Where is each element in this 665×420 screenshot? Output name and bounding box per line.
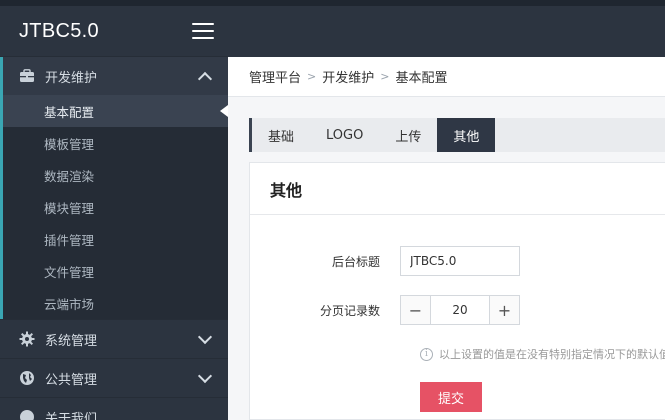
hint-text: 以上设置的值是在没有特别指定情况下的默认值 bbox=[439, 348, 665, 361]
sidebar-item-template-manage[interactable]: 模板管理 bbox=[3, 127, 228, 159]
sidebar: JTBC5.0 开发维护 基本配置 模板管理 数据渲染 模块管理 插件管理 文件… bbox=[0, 6, 228, 420]
sidebar-group-header-system[interactable]: 系统管理 bbox=[0, 320, 228, 358]
submit-button[interactable]: 提交 bbox=[420, 382, 482, 412]
sidebar-group-label: 关于我们 bbox=[45, 411, 98, 420]
sidebar-group-label: 开发维护 bbox=[45, 70, 98, 86]
sidebar-item-basic-config[interactable]: 基本配置 bbox=[3, 95, 228, 127]
breadcrumb-item[interactable]: 开发维护 bbox=[322, 67, 374, 86]
decrement-button[interactable]: − bbox=[401, 296, 431, 324]
chevron-up-icon bbox=[197, 71, 213, 87]
app-title: JTBC5.0 bbox=[19, 19, 99, 42]
page-size-stepper: − + bbox=[400, 295, 520, 325]
breadcrumb-separator-icon: > bbox=[380, 70, 390, 83]
breadcrumb-separator-icon: > bbox=[307, 70, 317, 83]
sidebar-item-file-manage[interactable]: 文件管理 bbox=[3, 255, 228, 287]
increment-button[interactable]: + bbox=[489, 296, 519, 324]
brand-bar: JTBC5.0 bbox=[0, 6, 228, 57]
sidebar-group-label: 公共管理 bbox=[45, 372, 98, 388]
admin-title-input[interactable] bbox=[400, 246, 520, 276]
info-icon bbox=[19, 409, 35, 420]
config-tabs: 基础 LOGO 上传 其他 bbox=[249, 118, 665, 152]
sidebar-item-module-manage[interactable]: 模块管理 bbox=[3, 191, 228, 223]
sidebar-item-cloud-market[interactable]: 云端市场 bbox=[3, 287, 228, 319]
gear-icon bbox=[19, 331, 35, 347]
panel-title: 其他 bbox=[250, 163, 665, 215]
tab-other[interactable]: 其他 bbox=[437, 118, 496, 152]
main-content: 管理平台 > 开发维护 > 基本配置 基础 LOGO 上传 其他 其他 后台标题… bbox=[228, 57, 665, 420]
sidebar-group-public: 公共管理 bbox=[0, 358, 228, 397]
toolbox-icon bbox=[19, 68, 35, 84]
admin-title-label: 后台标题 bbox=[331, 254, 380, 269]
tab-logo[interactable]: LOGO bbox=[310, 118, 379, 152]
chevron-down-icon bbox=[197, 329, 213, 345]
sidebar-sub-list: 基本配置 模板管理 数据渲染 模块管理 插件管理 文件管理 云端市场 bbox=[3, 95, 228, 319]
sidebar-group-header-public[interactable]: 公共管理 bbox=[0, 359, 228, 397]
breadcrumb-item[interactable]: 管理平台 bbox=[249, 67, 301, 86]
menu-toggle-icon[interactable] bbox=[192, 23, 214, 39]
sidebar-group-about: 关于我们 bbox=[0, 397, 228, 420]
form-hint: i 以上设置的值是在没有特别指定情况下的默认值 bbox=[420, 346, 665, 362]
chevron-down-icon bbox=[197, 368, 213, 384]
page-size-label: 分页记录数 bbox=[319, 303, 380, 318]
settings-panel: 其他 后台标题 分页记录数 − + i 以上设置的值是在没有特别指定情况下的默认… bbox=[249, 162, 665, 420]
sidebar-group-header-dev[interactable]: 开发维护 bbox=[3, 57, 228, 95]
sidebar-group-system: 系统管理 bbox=[0, 319, 228, 358]
breadcrumb-item-current: 基本配置 bbox=[395, 71, 448, 86]
form-row-admin-title: 后台标题 bbox=[250, 246, 520, 276]
sidebar-group-label: 系统管理 bbox=[45, 333, 98, 349]
breadcrumb: 管理平台 > 开发维护 > 基本配置 bbox=[228, 57, 665, 97]
sidebar-group-header-about[interactable]: 关于我们 bbox=[0, 398, 228, 420]
info-circle-icon: i bbox=[420, 347, 433, 361]
sidebar-item-data-render[interactable]: 数据渲染 bbox=[3, 159, 228, 191]
sidebar-item-plugin-manage[interactable]: 插件管理 bbox=[3, 223, 228, 255]
tab-upload[interactable]: 上传 bbox=[379, 118, 437, 152]
tab-basic[interactable]: 基础 bbox=[252, 118, 310, 152]
sidebar-group-dev: 开发维护 基本配置 模板管理 数据渲染 模块管理 插件管理 文件管理 云端市场 bbox=[0, 57, 228, 319]
form-row-page-size: 分页记录数 − + bbox=[250, 295, 520, 325]
top-bar bbox=[228, 6, 665, 57]
globe-icon bbox=[19, 370, 35, 386]
page-size-input[interactable] bbox=[431, 296, 489, 324]
